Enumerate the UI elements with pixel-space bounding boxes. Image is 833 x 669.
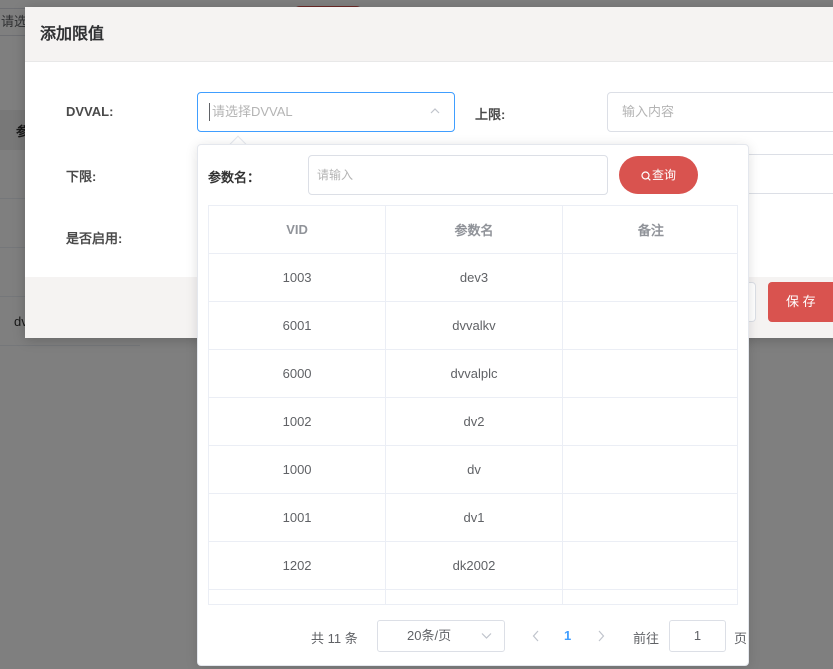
table-row[interactable]: 6001 dvvalkv	[209, 301, 737, 350]
table-row[interactable]: 1003 dev3	[209, 253, 737, 302]
save-button[interactable]: 保 存	[768, 282, 833, 322]
search-input-placeholder: 请输入	[317, 168, 354, 182]
cell-vid: 6000	[209, 349, 387, 398]
chevron-up-icon	[430, 108, 440, 114]
table-row[interactable]: 1002 dv2	[209, 397, 737, 446]
dialog-header: 添加限值	[25, 7, 833, 62]
cell-note	[562, 493, 737, 542]
dvval-label: DVVAL:	[66, 104, 114, 119]
chevron-down-icon	[481, 633, 492, 639]
cell-vid: 1202	[209, 541, 387, 590]
column-header-param-name[interactable]: 参数名	[385, 206, 563, 254]
table-row[interactable]: 1202 dk2002	[209, 541, 737, 590]
table-row[interactable]: 6000 dvvalplc	[209, 349, 737, 398]
cell-vid: 1000	[209, 445, 387, 494]
lower-limit-label: 下限:	[66, 169, 97, 184]
pagination: 共 11 条 20条/页 1 前往 1 页	[198, 620, 750, 652]
cell-param-name: dv1	[385, 493, 563, 542]
table-header-row: VID 参数名 备注	[209, 206, 737, 254]
upper-limit-placeholder: 输入内容	[622, 104, 675, 119]
column-header-note[interactable]: 备注	[562, 206, 737, 254]
cell-param-name: dev3	[385, 253, 563, 302]
param-name-search-input[interactable]: 请输入	[308, 155, 608, 195]
param-name-label: 参数名：	[208, 170, 261, 185]
upper-limit-label: 上限:	[475, 107, 506, 122]
cell-param-name: dv2	[385, 397, 563, 446]
query-button[interactable]: 查询	[619, 156, 698, 194]
cell-note	[562, 349, 737, 398]
table-row[interactable]: 1001 dv1	[209, 493, 737, 542]
cell-note	[562, 253, 737, 302]
dvval-dropdown-panel: 参数名： 请输入 查询 VID 参数名 备注 1003 dev3 6001 dv…	[197, 144, 749, 666]
cell-vid: 6001	[209, 301, 387, 350]
cell-param-name: dvvalkv	[385, 301, 563, 350]
page-number-1[interactable]: 1	[564, 628, 571, 643]
dvval-select[interactable]: 请选择DVVAL	[197, 92, 455, 132]
search-icon	[641, 171, 651, 181]
param-table: VID 参数名 备注 1003 dev3 6001 dvvalkv 6000 d…	[208, 205, 738, 605]
page-size-select[interactable]: 20条/页	[377, 620, 505, 652]
next-page-icon[interactable]	[597, 630, 605, 642]
goto-label: 前往	[633, 631, 660, 646]
cell-param-name: dv	[385, 445, 563, 494]
cell-note	[562, 397, 737, 446]
dialog-title: 添加限值	[40, 26, 105, 43]
cell-param-name	[385, 589, 563, 604]
pagination-total: 共 11 条	[311, 631, 358, 646]
page-size-value: 20条/页	[407, 628, 452, 643]
prev-page-icon[interactable]	[532, 630, 540, 642]
cell-param-name: dk2002	[385, 541, 563, 590]
table-row[interactable]: 1000 dv	[209, 445, 737, 494]
cell-vid: 1003	[209, 253, 387, 302]
cell-note	[562, 301, 737, 350]
cell-vid	[209, 589, 387, 604]
goto-unit-label: 页	[734, 631, 748, 646]
table-row[interactable]	[209, 589, 737, 604]
text-caret	[209, 103, 210, 121]
cell-param-name: dvvalplc	[385, 349, 563, 398]
query-button-label: 查询	[651, 168, 676, 182]
cell-note	[562, 445, 737, 494]
cell-note	[562, 589, 737, 604]
dvval-select-placeholder: 请选择DVVAL	[212, 104, 293, 119]
cell-vid: 1002	[209, 397, 387, 446]
upper-limit-input[interactable]: 输入内容	[607, 92, 833, 132]
goto-page-input[interactable]: 1	[669, 620, 726, 652]
column-header-vid[interactable]: VID	[209, 206, 387, 254]
cell-vid: 1001	[209, 493, 387, 542]
enabled-label: 是否启用:	[66, 231, 123, 246]
cell-note	[562, 541, 737, 590]
